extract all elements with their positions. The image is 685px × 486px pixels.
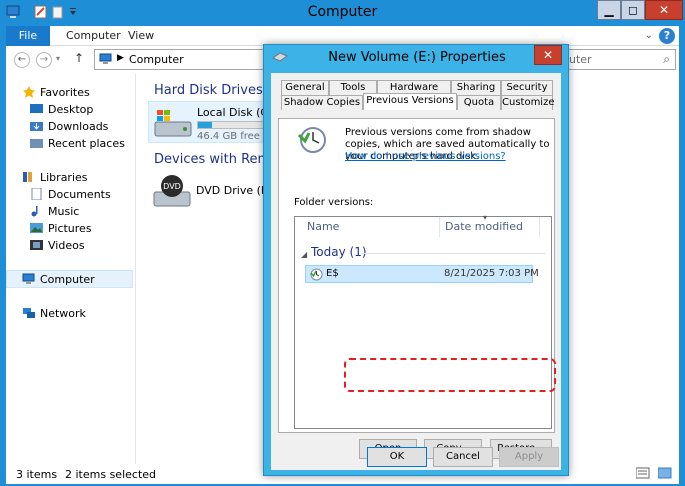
- address-bar[interactable]: ▶ Computer: [94, 49, 270, 70]
- ok-button[interactable]: OK: [367, 447, 427, 467]
- nav-favorites[interactable]: Favorites: [22, 84, 90, 102]
- tab-shadow-copies[interactable]: Shadow Copies: [281, 95, 363, 110]
- nav-desktop[interactable]: Desktop: [30, 101, 93, 119]
- column-name[interactable]: Name: [295, 217, 440, 237]
- nav-computer[interactable]: Computer: [6, 270, 133, 288]
- music-icon: [30, 205, 44, 217]
- tab-quota[interactable]: Quota: [457, 95, 501, 110]
- nav-libraries-label: Libraries: [40, 171, 88, 184]
- folder-versions-list[interactable]: Name Date modified ▾ ◢ Today (1) E$ 8/21…: [294, 213, 552, 429]
- computer-nav-icon: [22, 273, 36, 285]
- svg-text:DVD: DVD: [163, 182, 181, 191]
- dialog-title: New Volume (E:) Properties: [328, 50, 506, 65]
- group-today-label[interactable]: Today (1): [311, 245, 367, 259]
- version-name: E$: [326, 268, 339, 279]
- downloads-icon: [30, 120, 44, 132]
- forward-button[interactable]: →: [36, 52, 52, 68]
- nav-music[interactable]: Music: [30, 203, 79, 221]
- previous-versions-clock-icon: [297, 125, 327, 158]
- nav-documents-label: Documents: [48, 188, 111, 201]
- action-buttons-highlight: [344, 358, 556, 392]
- nav-videos[interactable]: Videos: [30, 237, 85, 255]
- back-button[interactable]: ←: [14, 52, 30, 68]
- nav-network[interactable]: Network: [22, 305, 86, 323]
- help-link[interactable]: How do I use previous versions?: [345, 151, 506, 162]
- group-collapse-icon[interactable]: ◢: [301, 250, 307, 259]
- window-title: Computer: [307, 4, 378, 20]
- status-items-count: 3 items: [16, 468, 58, 481]
- search-icon[interactable]: ⌕: [663, 52, 670, 67]
- apply-button[interactable]: Apply: [499, 447, 559, 467]
- dvd-drive-item[interactable]: DVD DVD Drive (D:): [148, 174, 277, 213]
- documents-icon: [30, 187, 44, 201]
- hard-drive-icon: [153, 108, 193, 143]
- column-date-modified[interactable]: Date modified: [440, 217, 540, 237]
- recent-places-icon: [30, 137, 44, 149]
- local-disk-item[interactable]: Local Disk (C:) 46.4 GB free of 5: [148, 101, 282, 143]
- tab-view[interactable]: View: [116, 26, 166, 46]
- nav-pictures[interactable]: Pictures: [30, 220, 92, 238]
- nav-computer-label: Computer: [40, 273, 95, 286]
- minimize-button[interactable]: ▁: [597, 0, 621, 20]
- nav-music-label: Music: [48, 205, 80, 218]
- nav-documents[interactable]: Documents: [30, 186, 111, 204]
- network-icon: [22, 307, 36, 319]
- details-view-icon[interactable]: [635, 467, 650, 482]
- dialog-client-area: General Tools Hardware Sharing Security …: [271, 73, 561, 470]
- nav-libraries[interactable]: Libraries: [22, 169, 88, 187]
- dialog-close-button[interactable]: ✕: [534, 45, 562, 65]
- up-button[interactable]: ↑: [74, 51, 84, 65]
- libraries-icon: [22, 171, 36, 183]
- close-button[interactable]: ✕: [645, 0, 683, 20]
- sort-indicator-icon: ▾: [483, 213, 488, 222]
- dvd-drive-icon: DVD: [152, 174, 192, 213]
- tab-customize[interactable]: Customize: [501, 95, 555, 110]
- large-icons-view-icon[interactable]: [657, 467, 672, 482]
- cancel-button[interactable]: Cancel: [433, 447, 493, 467]
- explorer-title-bar: Computer ▁ ◻ ✕: [0, 0, 685, 26]
- nav-network-label: Network: [40, 307, 86, 320]
- star-icon: [22, 86, 36, 98]
- properties-dialog: New Volume (E:) Properties ✕ General Too…: [263, 44, 569, 476]
- recent-locations-icon[interactable]: ▾: [56, 54, 60, 63]
- nav-videos-label: Videos: [48, 239, 85, 252]
- search-box[interactable]: uter ⌕: [562, 49, 676, 70]
- nav-recent-places-label: Recent places: [48, 137, 125, 150]
- ribbon-expand-icon[interactable]: ⌄: [645, 30, 653, 41]
- nav-favorites-label: Favorites: [40, 86, 90, 99]
- version-date: 8/21/2025 7:03 PM: [444, 268, 539, 279]
- tab-security[interactable]: Security: [501, 80, 553, 95]
- videos-icon: [30, 239, 44, 251]
- address-text: Computer: [129, 53, 184, 66]
- pictures-icon: [30, 222, 44, 234]
- breadcrumb-arrow-icon[interactable]: ▶: [117, 53, 124, 63]
- tab-file[interactable]: File: [6, 26, 50, 46]
- maximize-button[interactable]: ◻: [621, 0, 645, 20]
- nav-recent-places[interactable]: Recent places: [30, 135, 125, 153]
- status-selected-count: 2 items selected: [65, 468, 157, 481]
- group-divider: [361, 253, 545, 254]
- version-clock-icon: [310, 268, 323, 284]
- desktop-icon: [30, 103, 44, 115]
- tab-previous-versions[interactable]: Previous Versions: [363, 93, 457, 110]
- nav-desktop-label: Desktop: [48, 103, 94, 116]
- version-row[interactable]: E$ 8/21/2025 7:03 PM: [305, 265, 539, 284]
- tab-general[interactable]: General: [281, 80, 329, 95]
- computer-small-icon: [99, 53, 113, 68]
- navigation-pane: Favorites Desktop Downloads Recent place…: [6, 74, 136, 464]
- nav-downloads[interactable]: Downloads: [30, 118, 108, 136]
- local-disk-usage-bar: [197, 121, 269, 129]
- nav-pictures-label: Pictures: [48, 222, 92, 235]
- folder-versions-label: Folder versions:: [294, 197, 374, 208]
- search-placeholder: uter: [569, 53, 592, 66]
- tab-sharing[interactable]: Sharing: [451, 80, 501, 95]
- ribbon-tabs: File Computer View ⌄ ?: [6, 26, 679, 46]
- help-icon[interactable]: ?: [659, 28, 675, 44]
- nav-downloads-label: Downloads: [48, 120, 109, 133]
